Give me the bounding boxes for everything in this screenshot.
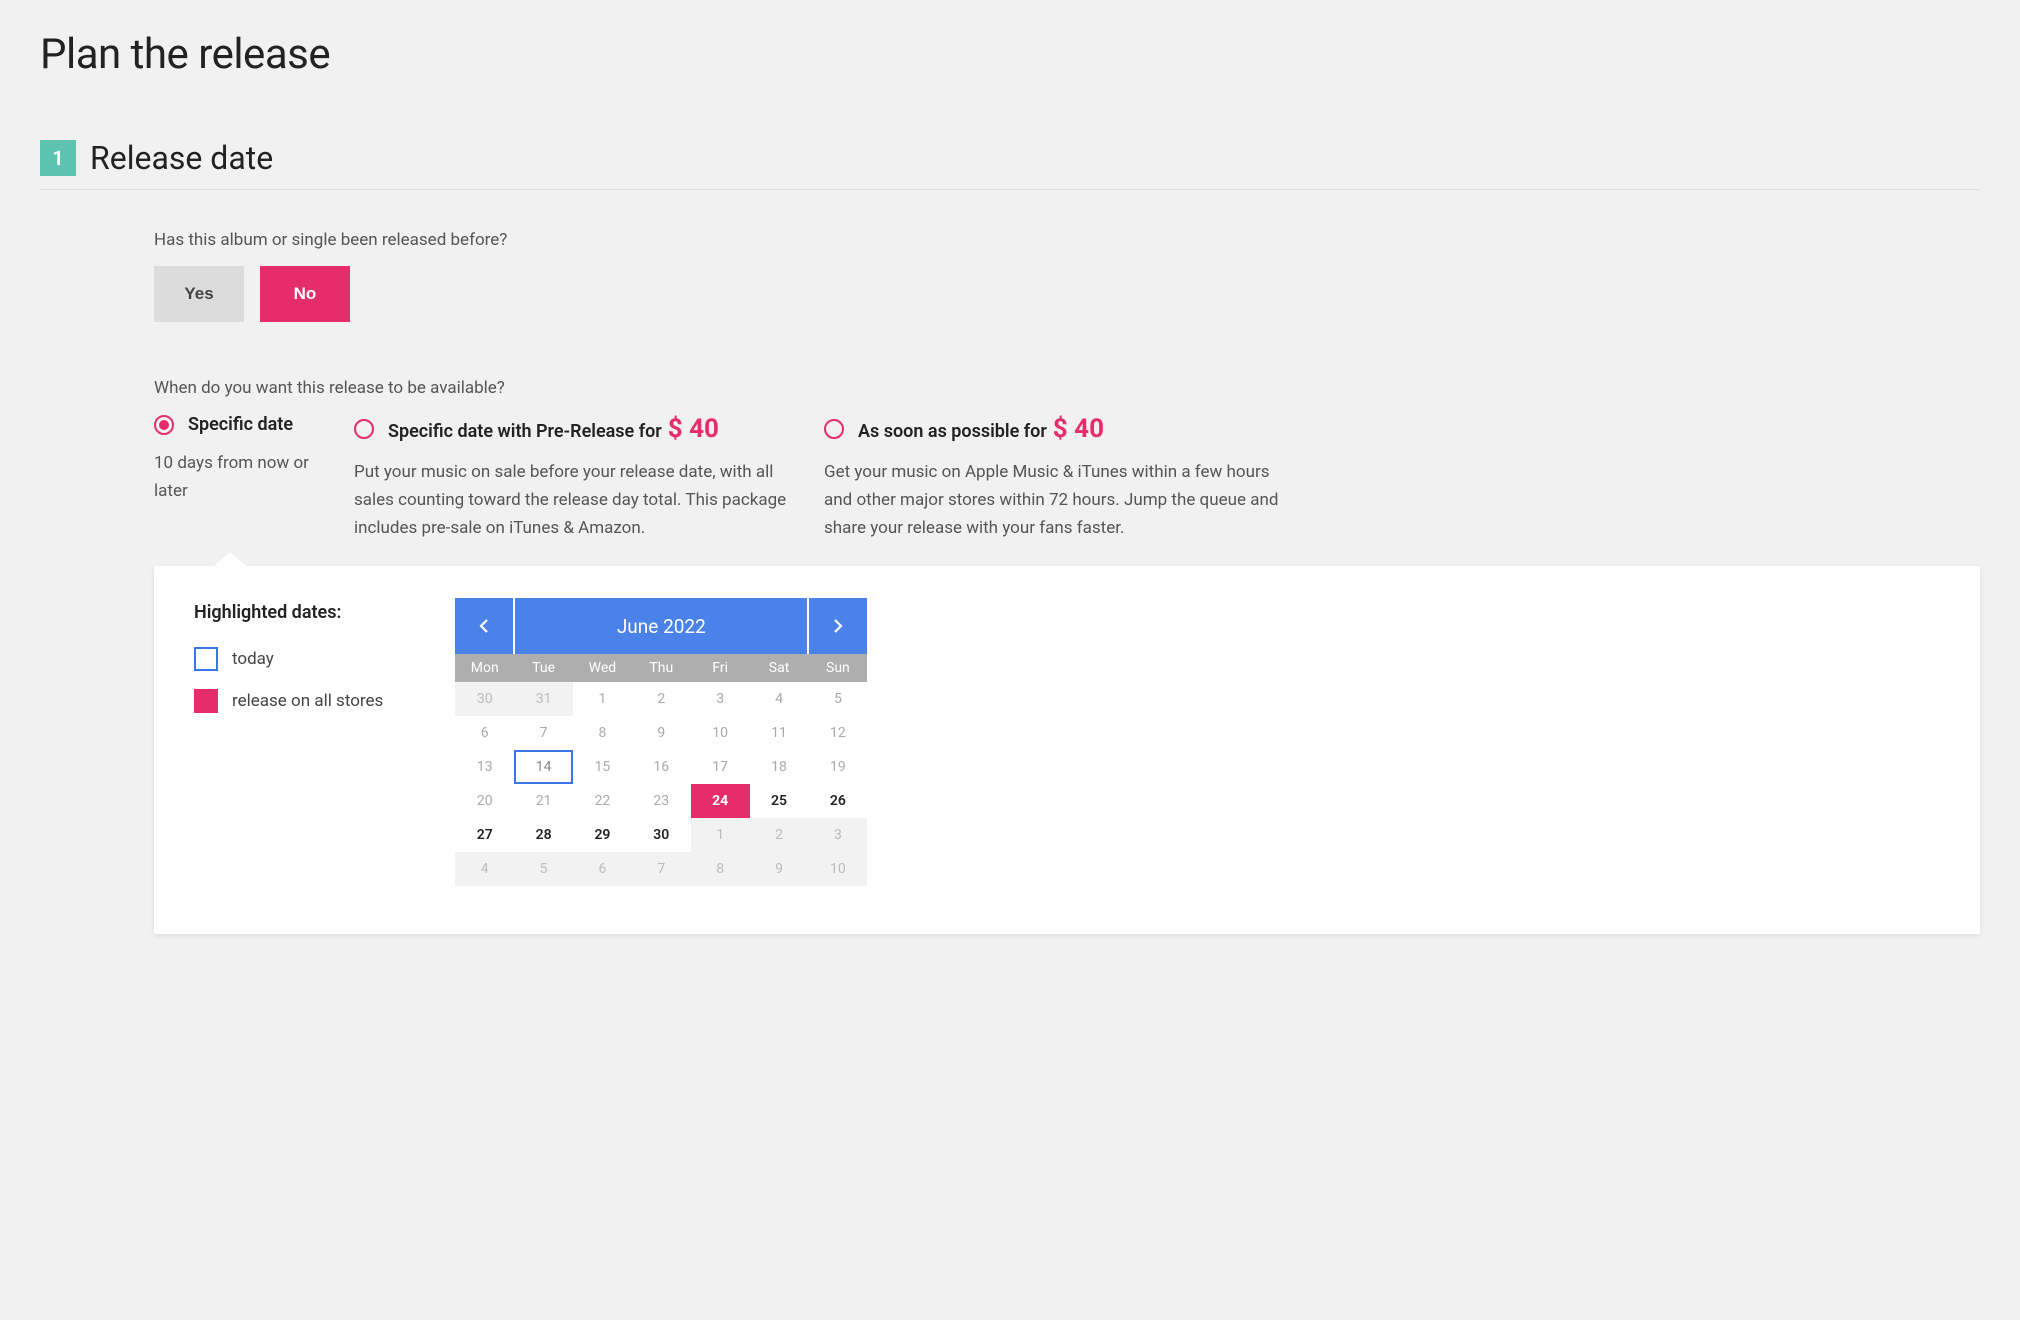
calendar-day[interactable]: 4 xyxy=(750,682,809,716)
calendar-day[interactable]: 9 xyxy=(750,852,809,886)
option-label: Specific date with Pre-Release for xyxy=(388,421,662,442)
option-desc: Put your music on sale before your relea… xyxy=(354,458,814,542)
calendar-day[interactable]: 18 xyxy=(750,750,809,784)
calendar-day[interactable]: 7 xyxy=(514,716,573,750)
calendar-day[interactable]: 29 xyxy=(573,818,632,852)
calendar-weekday-row: MonTueWedThuFriSatSun xyxy=(455,654,867,682)
released-no-button[interactable]: No xyxy=(260,266,350,322)
calendar-day[interactable]: 6 xyxy=(573,852,632,886)
calendar-prev-button[interactable] xyxy=(455,598,513,654)
calendar-day[interactable]: 25 xyxy=(750,784,809,818)
radio-asap[interactable] xyxy=(824,419,844,439)
calendar-day[interactable]: 23 xyxy=(632,784,691,818)
calendar-day[interactable]: 8 xyxy=(573,716,632,750)
option-specific-date[interactable]: Specific date 10 days from now or later xyxy=(154,414,344,542)
legend-label: today xyxy=(232,649,274,669)
option-desc: 10 days from now or later xyxy=(154,449,344,505)
page-title: Plan the release xyxy=(40,30,1980,79)
section-title: Release date xyxy=(90,139,273,177)
calendar-day[interactable]: 31 xyxy=(514,682,573,716)
calendar-day[interactable]: 3 xyxy=(691,682,750,716)
calendar-day[interactable]: 3 xyxy=(808,818,867,852)
calendar-day[interactable]: 11 xyxy=(750,716,809,750)
calendar-row: 13141516171819 xyxy=(455,750,867,784)
legend-item-release: release on all stores xyxy=(194,689,383,713)
availability-options: Specific date 10 days from now or later … xyxy=(154,414,1980,542)
calendar-row: 45678910 xyxy=(455,852,867,886)
released-before-buttons: Yes No xyxy=(154,266,1980,322)
calendar-weekday: Sun xyxy=(808,654,867,682)
released-yes-button[interactable]: Yes xyxy=(154,266,244,322)
calendar-day[interactable]: 7 xyxy=(632,852,691,886)
calendar-day[interactable]: 12 xyxy=(808,716,867,750)
calendar-day[interactable]: 6 xyxy=(455,716,514,750)
radio-specific-date[interactable] xyxy=(154,415,174,435)
calendar: June 2022 MonTueWedThuFriSatSun 30311234… xyxy=(455,598,867,886)
legend-label: release on all stores xyxy=(232,691,383,711)
legend-swatch-today xyxy=(194,647,218,671)
legend-title: Highlighted dates: xyxy=(194,602,383,623)
option-label: Specific date xyxy=(188,414,293,435)
calendar-day[interactable]: 27 xyxy=(455,818,514,852)
option-asap[interactable]: As soon as possible for $ 40 Get your mu… xyxy=(824,414,1284,542)
calendar-day[interactable]: 14 xyxy=(514,750,573,784)
option-label: As soon as possible for xyxy=(858,421,1047,442)
availability-label: When do you want this release to be avai… xyxy=(154,378,1980,398)
legend-item-today: today xyxy=(194,647,383,671)
calendar-weekday: Fri xyxy=(691,654,750,682)
calendar-day[interactable]: 2 xyxy=(632,682,691,716)
calendar-day[interactable]: 10 xyxy=(808,852,867,886)
calendar-weekday: Thu xyxy=(632,654,691,682)
calendar-weekday: Tue xyxy=(514,654,573,682)
calendar-month-label[interactable]: June 2022 xyxy=(515,598,807,654)
calendar-row: 303112345 xyxy=(455,682,867,716)
calendar-row: 20212223242526 xyxy=(455,784,867,818)
calendar-weekday: Wed xyxy=(573,654,632,682)
calendar-row: 27282930123 xyxy=(455,818,867,852)
calendar-day[interactable]: 30 xyxy=(455,682,514,716)
calendar-day[interactable]: 22 xyxy=(573,784,632,818)
calendar-day[interactable]: 13 xyxy=(455,750,514,784)
calendar-day[interactable]: 16 xyxy=(632,750,691,784)
calendar-day[interactable]: 9 xyxy=(632,716,691,750)
calendar-day[interactable]: 21 xyxy=(514,784,573,818)
calendar-day[interactable]: 28 xyxy=(514,818,573,852)
calendar-weekday: Sat xyxy=(750,654,809,682)
calendar-day[interactable]: 15 xyxy=(573,750,632,784)
calendar-day[interactable]: 5 xyxy=(514,852,573,886)
calendar-next-button[interactable] xyxy=(809,598,867,654)
calendar-day[interactable]: 20 xyxy=(455,784,514,818)
option-price: $ 40 xyxy=(668,414,719,444)
section-divider xyxy=(40,189,1980,190)
calendar-body: 3031123456789101112131415161718192021222… xyxy=(455,682,867,886)
released-before-label: Has this album or single been released b… xyxy=(154,230,1980,250)
calendar-day[interactable]: 24 xyxy=(691,784,750,818)
option-prerelease[interactable]: Specific date with Pre-Release for $ 40 … xyxy=(354,414,814,542)
calendar-day[interactable]: 19 xyxy=(808,750,867,784)
calendar-day[interactable]: 4 xyxy=(455,852,514,886)
calendar-day[interactable]: 2 xyxy=(750,818,809,852)
calendar-card: Highlighted dates: today release on all … xyxy=(154,566,1980,934)
legend-swatch-release xyxy=(194,689,218,713)
calendar-row: 6789101112 xyxy=(455,716,867,750)
calendar-day[interactable]: 17 xyxy=(691,750,750,784)
radio-prerelease[interactable] xyxy=(354,419,374,439)
option-price: $ 40 xyxy=(1053,414,1104,444)
section-number-badge: 1 xyxy=(40,140,76,176)
chevron-right-icon xyxy=(833,618,843,634)
calendar-day[interactable]: 8 xyxy=(691,852,750,886)
calendar-day[interactable]: 30 xyxy=(632,818,691,852)
calendar-legend: Highlighted dates: today release on all … xyxy=(194,598,383,886)
calendar-day[interactable]: 26 xyxy=(808,784,867,818)
chevron-left-icon xyxy=(479,618,489,634)
calendar-day[interactable]: 1 xyxy=(691,818,750,852)
option-desc: Get your music on Apple Music & iTunes w… xyxy=(824,458,1284,542)
calendar-day[interactable]: 10 xyxy=(691,716,750,750)
section-header: 1 Release date xyxy=(40,139,1980,177)
calendar-day[interactable]: 5 xyxy=(808,682,867,716)
calendar-day[interactable]: 1 xyxy=(573,682,632,716)
calendar-weekday: Mon xyxy=(455,654,514,682)
